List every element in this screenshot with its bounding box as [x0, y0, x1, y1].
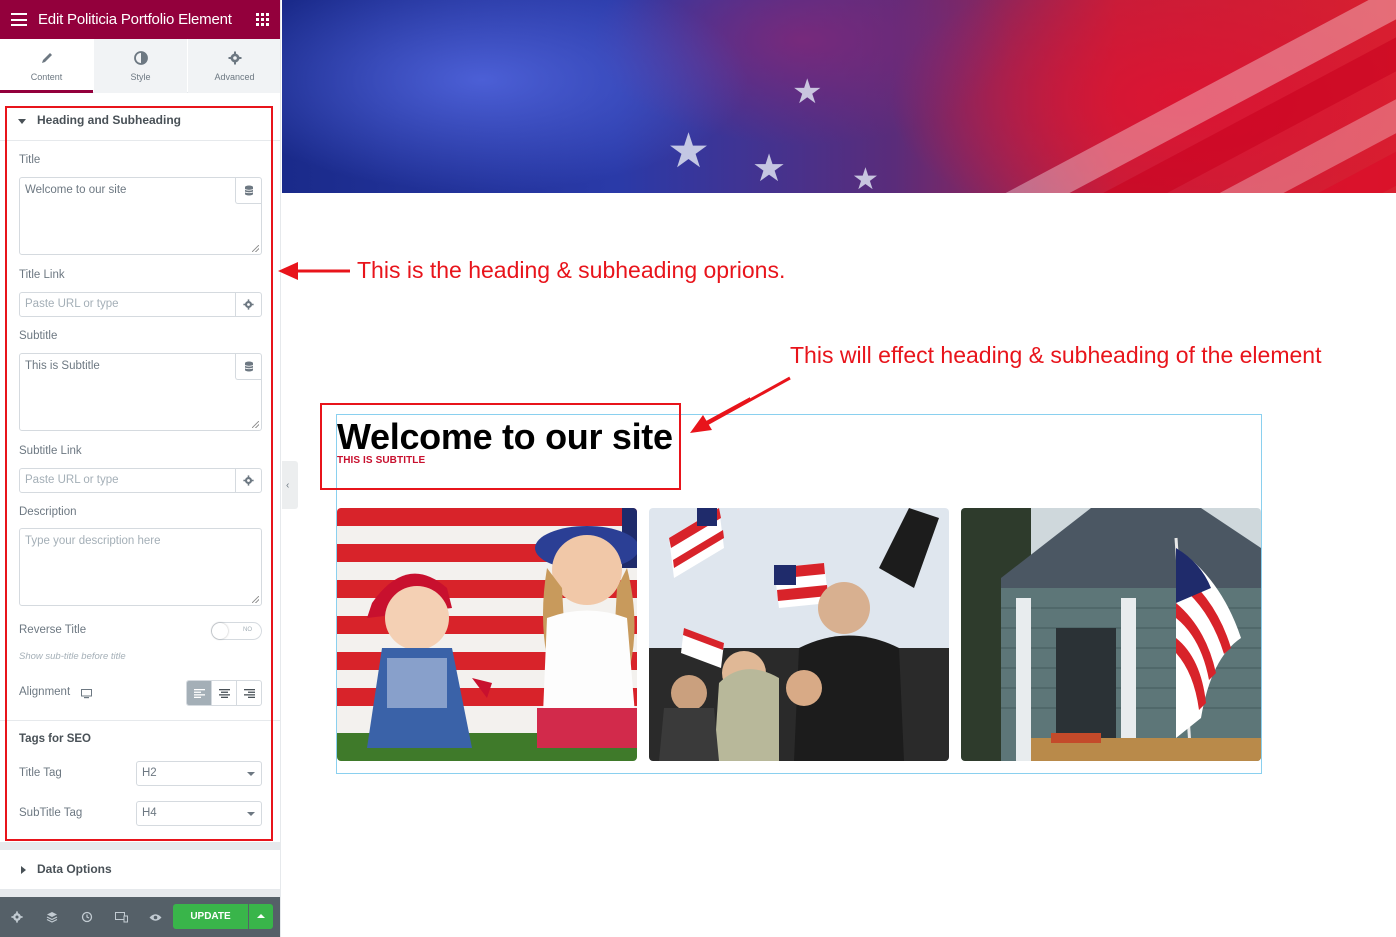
panel-title: Edit Politicia Portfolio Element — [38, 11, 232, 28]
chevron-left-icon: ‹ — [286, 480, 290, 491]
portfolio-image-crowd[interactable] — [649, 508, 949, 761]
hero-flag-banner: ★ ★ ★ ★ — [282, 0, 1396, 193]
tab-style[interactable]: Style — [94, 39, 187, 93]
save-options-button[interactable] — [249, 904, 273, 929]
layers-icon[interactable] — [45, 910, 59, 924]
settings-gear-icon[interactable] — [10, 910, 24, 924]
annotation-arrow-heading — [690, 376, 791, 433]
caret-up-icon — [257, 914, 265, 918]
tab-content-label: Content — [30, 72, 63, 82]
panel-tabs: Content Style Advanced — [0, 39, 280, 93]
annotation-note-sidebar: This is the heading & subheading oprions… — [357, 257, 786, 283]
tab-advanced-label: Advanced — [214, 72, 255, 82]
tab-advanced[interactable]: Advanced — [188, 39, 280, 93]
tab-content[interactable]: Content — [0, 39, 93, 93]
portfolio-image-children[interactable] — [337, 508, 637, 761]
section-gap — [0, 889, 280, 897]
menu-icon[interactable] — [11, 13, 27, 26]
update-button[interactable]: UPDATE — [173, 904, 248, 929]
collapse-panel-button[interactable]: ‹ — [282, 461, 298, 509]
contrast-icon — [94, 51, 187, 67]
pencil-icon — [0, 51, 93, 67]
tab-style-label: Style — [130, 72, 151, 82]
section-title: Data Options — [37, 862, 112, 876]
portfolio-image-house[interactable] — [961, 508, 1261, 761]
history-icon[interactable] — [80, 910, 94, 924]
preview-eye-icon[interactable] — [148, 910, 162, 924]
gear-icon — [188, 51, 280, 67]
section-data-options-toggle[interactable]: Data Options — [0, 848, 280, 894]
annotation-note-element: This will effect heading & subheading of… — [790, 342, 1322, 368]
responsive-mode-icon[interactable] — [114, 910, 128, 924]
sidebar-header: Edit Politicia Portfolio Element — [0, 0, 280, 39]
annotation-box-sidebar — [5, 106, 273, 841]
caret-right-icon — [21, 866, 26, 874]
widgets-grid-icon[interactable] — [256, 13, 269, 26]
